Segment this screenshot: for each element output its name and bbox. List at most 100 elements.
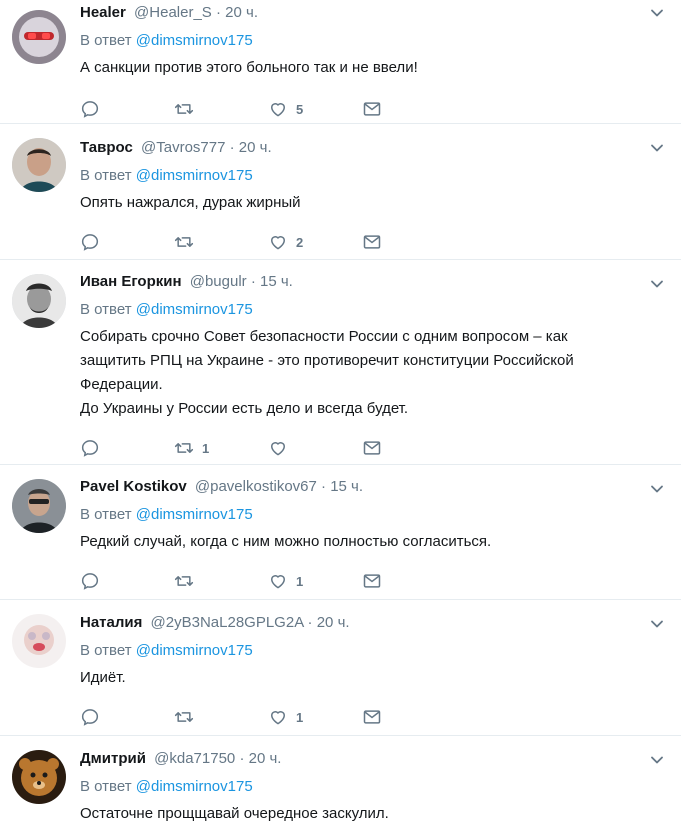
avatar[interactable] bbox=[12, 614, 66, 668]
reply-prefix: В ответ bbox=[80, 778, 132, 795]
reply-button[interactable] bbox=[80, 707, 174, 727]
chevron-down-icon[interactable] bbox=[650, 277, 664, 291]
direct-message-button[interactable] bbox=[362, 571, 456, 591]
tweet-header: Наталия @2yB3NaL28GPLG2A · 20 ч. bbox=[80, 613, 667, 633]
tweet-timestamp[interactable]: 20 ч. bbox=[317, 614, 350, 631]
tweet-actions: 1 bbox=[80, 564, 667, 598]
reply-icon bbox=[81, 234, 99, 251]
reply-mention-link[interactable]: @dimsmirnov175 bbox=[136, 778, 253, 795]
avatar-image-icon bbox=[12, 479, 66, 533]
like-button[interactable]: 1 bbox=[268, 571, 362, 591]
tweet-timestamp[interactable]: 20 ч. bbox=[225, 4, 258, 21]
tweet-fullname[interactable]: Дмитрий bbox=[80, 750, 146, 767]
reply-icon bbox=[81, 573, 99, 590]
reply-context: В ответ @dimsmirnov175 bbox=[80, 641, 667, 661]
reply-context: В ответ @dimsmirnov175 bbox=[80, 300, 667, 320]
tweet[interactable]: Таврос @Tavros777 · 20 ч. В ответ @dimsm… bbox=[0, 124, 681, 260]
chevron-down-icon[interactable] bbox=[650, 141, 664, 155]
tweet-timestamp[interactable]: 20 ч. bbox=[239, 139, 272, 156]
reply-button[interactable] bbox=[80, 232, 174, 252]
like-icon bbox=[271, 236, 285, 250]
avatar-image-icon bbox=[12, 750, 66, 804]
like-count: 5 bbox=[296, 101, 304, 117]
chevron-down-icon[interactable] bbox=[650, 6, 664, 20]
retweet-icon bbox=[174, 104, 194, 114]
direct-message-button[interactable] bbox=[362, 99, 456, 119]
direct-message-button[interactable] bbox=[362, 232, 456, 252]
retweet-icon bbox=[174, 237, 194, 247]
reply-mention-link[interactable]: @dimsmirnov175 bbox=[136, 32, 253, 49]
reply-button[interactable] bbox=[80, 438, 174, 458]
avatar[interactable] bbox=[12, 479, 66, 533]
avatar[interactable] bbox=[12, 138, 66, 192]
reply-prefix: В ответ bbox=[80, 167, 132, 184]
avatar[interactable] bbox=[12, 10, 66, 64]
tweet-timestamp[interactable]: 15 ч. bbox=[330, 478, 363, 495]
like-count: 1 bbox=[296, 709, 304, 725]
chevron-down-icon[interactable] bbox=[650, 753, 664, 767]
reply-icon bbox=[81, 709, 99, 726]
retweet-button[interactable] bbox=[174, 707, 268, 727]
tweet-fullname[interactable]: Healer bbox=[80, 4, 126, 21]
reply-prefix: В ответ bbox=[80, 301, 132, 318]
reply-mention-link[interactable]: @dimsmirnov175 bbox=[136, 167, 253, 184]
separator-dot: · bbox=[215, 4, 221, 21]
tweet-username[interactable]: @Healer_S bbox=[134, 4, 212, 21]
like-icon bbox=[271, 442, 285, 456]
retweet-count: 1 bbox=[202, 440, 210, 456]
like-button[interactable]: 1 bbox=[268, 707, 362, 727]
chevron-down-icon[interactable] bbox=[650, 482, 664, 496]
avatar-image-icon bbox=[12, 10, 66, 64]
tweet-timestamp[interactable]: 20 ч. bbox=[249, 750, 282, 767]
tweet-fullname[interactable]: Pavel Kostikov bbox=[80, 478, 187, 495]
like-button[interactable]: 2 bbox=[268, 232, 362, 252]
tweet[interactable]: Pavel Kostikov @pavelkostikov67 · 15 ч. … bbox=[0, 465, 681, 600]
tweet[interactable]: Healer @Healer_S · 20 ч. В ответ @dimsmi… bbox=[0, 0, 681, 124]
direct-message-button[interactable] bbox=[362, 438, 456, 458]
tweet-username[interactable]: @kda71750 bbox=[154, 750, 235, 767]
reply-context: В ответ @dimsmirnov175 bbox=[80, 777, 667, 797]
direct-message-icon bbox=[363, 710, 381, 724]
reply-mention-link[interactable]: @dimsmirnov175 bbox=[136, 301, 253, 318]
retweet-button[interactable] bbox=[174, 232, 268, 252]
avatar[interactable] bbox=[12, 274, 66, 328]
avatar[interactable] bbox=[12, 750, 66, 804]
tweet-username[interactable]: @Tavros777 bbox=[141, 139, 225, 156]
tweet-fullname[interactable]: Иван Егоркин bbox=[80, 273, 182, 290]
avatar-image-icon bbox=[12, 138, 66, 192]
like-button[interactable]: 5 bbox=[268, 99, 362, 119]
direct-message-button[interactable] bbox=[362, 707, 456, 727]
like-button[interactable] bbox=[268, 438, 362, 458]
retweet-icon bbox=[174, 576, 194, 586]
tweet[interactable]: Дмитрий @kda71750 · 20 ч. В ответ @dimsm… bbox=[0, 736, 681, 829]
tweet-timestamp[interactable]: 15 ч. bbox=[260, 273, 293, 290]
reply-feed: Healer @Healer_S · 20 ч. В ответ @dimsmi… bbox=[0, 0, 681, 829]
tweet[interactable]: Наталия @2yB3NaL28GPLG2A · 20 ч. В ответ… bbox=[0, 600, 681, 736]
separator-dot: · bbox=[250, 273, 256, 290]
tweet[interactable]: Иван Егоркин @bugulr · 15 ч. В ответ @di… bbox=[0, 260, 681, 465]
tweet-username[interactable]: @pavelkostikov67 bbox=[195, 478, 317, 495]
like-count: 2 bbox=[296, 234, 304, 250]
reply-icon bbox=[81, 440, 99, 457]
reply-mention-link[interactable]: @dimsmirnov175 bbox=[136, 642, 253, 659]
tweet-username[interactable]: @bugulr bbox=[190, 273, 247, 290]
tweet-text: Собирать срочно Совет безопасности Росси… bbox=[80, 328, 574, 417]
retweet-icon bbox=[174, 712, 194, 722]
tweet-fullname[interactable]: Наталия bbox=[80, 614, 142, 631]
retweet-button[interactable] bbox=[174, 99, 268, 119]
like-count: 1 bbox=[296, 573, 304, 589]
reply-button[interactable] bbox=[80, 99, 174, 119]
separator-dot: · bbox=[229, 139, 235, 156]
reply-icon bbox=[81, 101, 99, 118]
retweet-button[interactable] bbox=[174, 571, 268, 591]
chevron-down-icon[interactable] bbox=[650, 617, 664, 631]
reply-button[interactable] bbox=[80, 571, 174, 591]
retweet-button[interactable]: 1 bbox=[174, 438, 268, 458]
tweet-header: Иван Егоркин @bugulr · 15 ч. bbox=[80, 272, 667, 292]
tweet-username[interactable]: @2yB3NaL28GPLG2A bbox=[151, 614, 304, 631]
reply-mention-link[interactable]: @dimsmirnov175 bbox=[136, 506, 253, 523]
separator-dot: · bbox=[239, 750, 245, 767]
direct-message-icon bbox=[363, 574, 381, 588]
tweet-text: Редкий случай, когда с ним можно полност… bbox=[80, 533, 492, 550]
tweet-fullname[interactable]: Таврос bbox=[80, 139, 133, 156]
